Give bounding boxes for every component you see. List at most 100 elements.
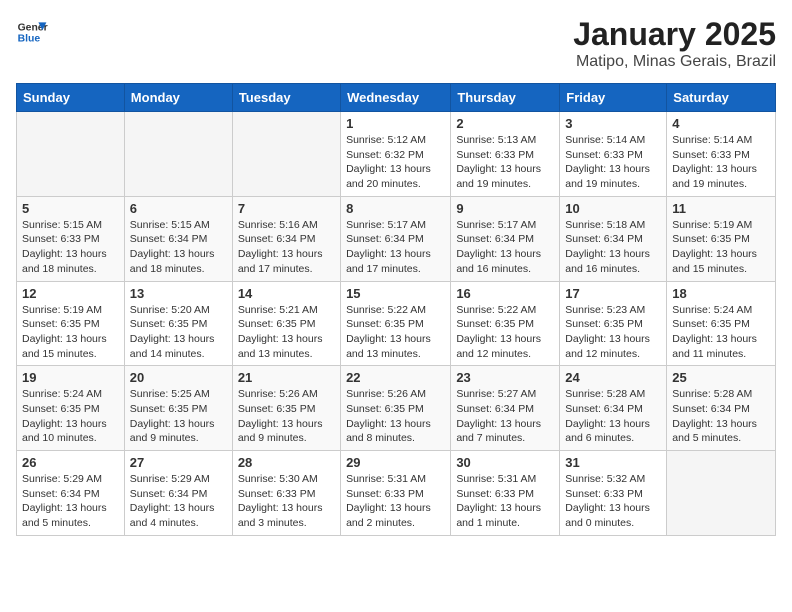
calendar-cell: 20Sunrise: 5:25 AM Sunset: 6:35 PM Dayli… — [124, 366, 232, 451]
day-info: Sunrise: 5:29 AM Sunset: 6:34 PM Dayligh… — [130, 472, 227, 531]
day-number: 20 — [130, 370, 227, 385]
day-number: 31 — [565, 455, 661, 470]
day-number: 27 — [130, 455, 227, 470]
day-info: Sunrise: 5:19 AM Sunset: 6:35 PM Dayligh… — [672, 218, 770, 277]
calendar-cell — [17, 112, 125, 197]
calendar-cell — [667, 451, 776, 536]
calendar-header-row: SundayMondayTuesdayWednesdayThursdayFrid… — [17, 84, 776, 112]
calendar-cell: 10 Sunrise: 5:18 AM Sunset: 6:34 PM Dayli… — [560, 196, 667, 281]
day-number: 1 — [346, 116, 445, 131]
day-of-week-header: Tuesday — [232, 84, 340, 112]
logo-icon: General Blue — [16, 16, 48, 48]
day-number: 17 — [565, 286, 661, 301]
calendar-cell: 29 Sunrise: 5:31 AM Sunset: 6:33 PM Dayli… — [341, 451, 451, 536]
day-info: Sunrise: 5:12 AM Sunset: 6:32 PM Dayligh… — [346, 133, 445, 192]
day-number: 22 — [346, 370, 445, 385]
calendar-cell: 31 Sunrise: 5:32 AM Sunset: 6:33 PM Dayli… — [560, 451, 667, 536]
day-number: 28 — [238, 455, 335, 470]
day-number: 5 — [22, 201, 119, 216]
day-info: Sunrise: 5:28 AM Sunset: 6:34 PM Dayligh… — [565, 387, 661, 446]
day-number: 16 — [456, 286, 554, 301]
day-number: 7 — [238, 201, 335, 216]
day-info: Sunrise: 5:31 AM Sunset: 6:33 PM Dayligh… — [346, 472, 445, 531]
day-info: Sunrise: 5:19 AM Sunset: 6:35 PM Dayligh… — [22, 303, 119, 362]
day-info: Sunrise: 5:22 AM Sunset: 6:35 PM Dayligh… — [456, 303, 554, 362]
day-number: 29 — [346, 455, 445, 470]
calendar-cell: 4Sunrise: 5:14 AM Sunset: 6:33 PM Daylig… — [667, 112, 776, 197]
day-info: Sunrise: 5:31 AM Sunset: 6:33 PM Dayligh… — [456, 472, 554, 531]
svg-text:Blue: Blue — [18, 34, 41, 45]
day-number: 18 — [672, 286, 770, 301]
day-info: Sunrise: 5:28 AM Sunset: 6:34 PM Dayligh… — [672, 387, 770, 446]
day-info: Sunrise: 5:26 AM Sunset: 6:35 PM Dayligh… — [346, 387, 445, 446]
calendar-cell: 17 Sunrise: 5:23 AM Sunset: 6:35 PM Dayli… — [560, 281, 667, 366]
calendar-cell: 5 Sunrise: 5:15 AM Sunset: 6:33 PM Daylig… — [17, 196, 125, 281]
day-info: Sunrise: 5:27 AM Sunset: 6:34 PM Dayligh… — [456, 387, 554, 446]
calendar-cell: 1 Sunrise: 5:12 AM Sunset: 6:32 PM Daylig… — [341, 112, 451, 197]
day-number: 10 — [565, 201, 661, 216]
calendar-cell: 22 Sunrise: 5:26 AM Sunset: 6:35 PM Dayli… — [341, 366, 451, 451]
day-number: 6 — [130, 201, 227, 216]
day-number: 8 — [346, 201, 445, 216]
day-info: Sunrise: 5:20 AM Sunset: 6:35 PM Dayligh… — [130, 303, 227, 362]
calendar-cell: 2 Sunrise: 5:13 AM Sunset: 6:33 PM Daylig… — [451, 112, 560, 197]
day-info: Sunrise: 5:24 AM Sunset: 6:35 PM Dayligh… — [672, 303, 770, 362]
calendar-week-row: 19 Sunrise: 5:24 AM Sunset: 6:35 PM Dayli… — [17, 366, 776, 451]
day-info: Sunrise: 5:14 AM Sunset: 6:33 PM Dayligh… — [565, 133, 661, 192]
calendar-cell: 3 Sunrise: 5:14 AM Sunset: 6:33 PM Daylig… — [560, 112, 667, 197]
calendar-cell: 9Sunrise: 5:17 AM Sunset: 6:34 PM Daylig… — [451, 196, 560, 281]
calendar-cell: 21 Sunrise: 5:26 AM Sunset: 6:35 PM Dayli… — [232, 366, 340, 451]
day-info: Sunrise: 5:26 AM Sunset: 6:35 PM Dayligh… — [238, 387, 335, 446]
day-number: 14 — [238, 286, 335, 301]
calendar-cell: 18 Sunrise: 5:24 AM Sunset: 6:35 PM Dayli… — [667, 281, 776, 366]
day-info: Sunrise: 5:23 AM Sunset: 6:35 PM Dayligh… — [565, 303, 661, 362]
calendar-cell: 6 Sunrise: 5:15 AM Sunset: 6:34 PM Daylig… — [124, 196, 232, 281]
calendar-cell: 27 Sunrise: 5:29 AM Sunset: 6:34 PM Dayli… — [124, 451, 232, 536]
location-subtitle: Matipo, Minas Gerais, Brazil — [573, 53, 776, 71]
day-number: 24 — [565, 370, 661, 385]
day-of-week-header: Monday — [124, 84, 232, 112]
day-info: Sunrise: 5:17 AM Sunset: 6:34 PM Dayligh… — [346, 218, 445, 277]
day-info: Sunrise: 5:14 AM Sunset: 6:33 PM Dayligh… — [672, 133, 770, 192]
day-number: 21 — [238, 370, 335, 385]
day-number: 12 — [22, 286, 119, 301]
day-info: Sunrise: 5:15 AM Sunset: 6:33 PM Dayligh… — [22, 218, 119, 277]
calendar-cell: 8 Sunrise: 5:17 AM Sunset: 6:34 PM Daylig… — [341, 196, 451, 281]
month-year-title: January 2025 — [573, 16, 776, 53]
day-number: 15 — [346, 286, 445, 301]
calendar-table: SundayMondayTuesdayWednesdayThursdayFrid… — [16, 83, 776, 536]
calendar-cell: 13Sunrise: 5:20 AM Sunset: 6:35 PM Dayli… — [124, 281, 232, 366]
day-number: 19 — [22, 370, 119, 385]
day-info: Sunrise: 5:15 AM Sunset: 6:34 PM Dayligh… — [130, 218, 227, 277]
day-of-week-header: Saturday — [667, 84, 776, 112]
calendar-week-row: 26 Sunrise: 5:29 AM Sunset: 6:34 PM Dayli… — [17, 451, 776, 536]
day-number: 3 — [565, 116, 661, 131]
calendar-cell: 15 Sunrise: 5:22 AM Sunset: 6:35 PM Dayli… — [341, 281, 451, 366]
day-info: Sunrise: 5:21 AM Sunset: 6:35 PM Dayligh… — [238, 303, 335, 362]
calendar-week-row: 5 Sunrise: 5:15 AM Sunset: 6:33 PM Daylig… — [17, 196, 776, 281]
calendar-cell: 16 Sunrise: 5:22 AM Sunset: 6:35 PM Dayli… — [451, 281, 560, 366]
logo: General Blue — [16, 16, 48, 48]
day-info: Sunrise: 5:24 AM Sunset: 6:35 PM Dayligh… — [22, 387, 119, 446]
calendar-cell — [232, 112, 340, 197]
day-info: Sunrise: 5:18 AM Sunset: 6:34 PM Dayligh… — [565, 218, 661, 277]
day-of-week-header: Friday — [560, 84, 667, 112]
day-number: 25 — [672, 370, 770, 385]
day-number: 30 — [456, 455, 554, 470]
day-number: 11 — [672, 201, 770, 216]
day-info: Sunrise: 5:13 AM Sunset: 6:33 PM Dayligh… — [456, 133, 554, 192]
day-info: Sunrise: 5:29 AM Sunset: 6:34 PM Dayligh… — [22, 472, 119, 531]
title-block: January 2025 Matipo, Minas Gerais, Brazi… — [573, 16, 776, 71]
calendar-cell: 26 Sunrise: 5:29 AM Sunset: 6:34 PM Dayli… — [17, 451, 125, 536]
day-number: 9 — [456, 201, 554, 216]
day-info: Sunrise: 5:32 AM Sunset: 6:33 PM Dayligh… — [565, 472, 661, 531]
calendar-cell: 24 Sunrise: 5:28 AM Sunset: 6:34 PM Dayli… — [560, 366, 667, 451]
day-info: Sunrise: 5:30 AM Sunset: 6:33 PM Dayligh… — [238, 472, 335, 531]
calendar-week-row: 12 Sunrise: 5:19 AM Sunset: 6:35 PM Dayli… — [17, 281, 776, 366]
day-info: Sunrise: 5:22 AM Sunset: 6:35 PM Dayligh… — [346, 303, 445, 362]
day-number: 26 — [22, 455, 119, 470]
day-of-week-header: Sunday — [17, 84, 125, 112]
page-header: General Blue January 2025 Matipo, Minas … — [16, 16, 776, 71]
calendar-cell — [124, 112, 232, 197]
day-number: 2 — [456, 116, 554, 131]
